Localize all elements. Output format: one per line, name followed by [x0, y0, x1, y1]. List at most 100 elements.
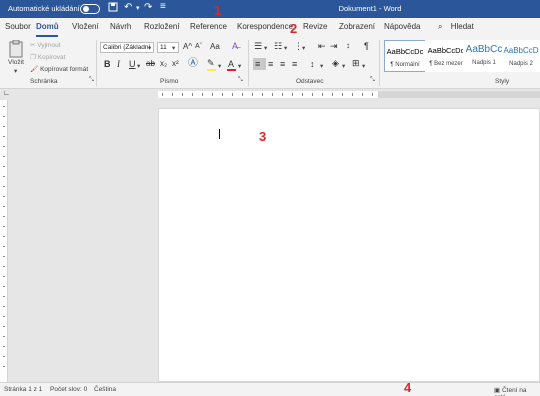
bold-icon[interactable]: B	[104, 60, 111, 69]
format-painter-button[interactable]: 🖌 Kopírovat formát	[30, 65, 88, 73]
ruler-tick	[3, 166, 5, 167]
page-count[interactable]: Stránka 1 z 1	[4, 386, 42, 393]
ruler-tick	[352, 93, 353, 96]
undo-icon[interactable]: ↶	[124, 2, 132, 13]
align-left-icon[interactable]: ≡	[255, 60, 260, 69]
ruler-tick	[162, 93, 163, 96]
increase-indent-icon[interactable]: ⇥	[330, 42, 338, 51]
justify-icon[interactable]: ≡	[292, 60, 297, 69]
style-no-spacing[interactable]: AaBbCcDc ¶ Bez mezer	[425, 40, 467, 72]
ruler-tick	[3, 116, 5, 117]
superscript-icon[interactable]: x²	[172, 60, 179, 68]
ruler-active-area[interactable]	[158, 91, 378, 98]
ruler-tick	[262, 93, 263, 96]
ruler-tick	[3, 246, 5, 247]
shading-dropdown-icon[interactable]: ▾	[342, 62, 345, 70]
line-spacing-icon[interactable]: ↕	[310, 60, 315, 69]
style-name: ¶ Bez mezer	[429, 61, 463, 67]
font-color-dropdown-icon[interactable]: ▾	[238, 62, 241, 70]
autosave-label: Automatické ukládání	[8, 4, 80, 13]
italic-icon[interactable]: I	[117, 60, 120, 69]
copy-button[interactable]: ❐ Kopírovat	[30, 53, 65, 61]
search-box[interactable]: ⌕ Hledat	[438, 22, 474, 32]
ruler-tick	[282, 93, 283, 96]
bullets-dropdown-icon[interactable]: ▾	[264, 44, 267, 52]
numbering-dropdown-icon[interactable]: ▾	[284, 44, 287, 52]
tab-navrh[interactable]: Návrh	[110, 22, 131, 31]
ruler-tick	[222, 93, 223, 96]
tab-vlozeni[interactable]: Vložení	[72, 22, 99, 31]
search-icon: ⌕	[438, 22, 443, 31]
document-page[interactable]: 3	[158, 108, 540, 382]
style-heading-1[interactable]: AaBbCc Nadpis 1	[463, 40, 505, 72]
redo-icon[interactable]: ↷	[144, 2, 152, 13]
ruler-tick	[3, 216, 5, 217]
ruler-tick	[3, 286, 5, 287]
customize-qat-icon[interactable]: ≡	[160, 1, 166, 12]
focus-mode-button[interactable]: ▣ Čtení na celé	[494, 386, 540, 396]
borders-dropdown-icon[interactable]: ▾	[362, 62, 365, 70]
strikethrough-icon[interactable]: ab	[146, 60, 155, 68]
underline-dropdown-icon[interactable]: ▾	[137, 62, 140, 70]
tab-korespondence[interactable]: Korespondence	[237, 22, 293, 31]
style-sample: AaBbCcDc	[386, 47, 424, 56]
font-size-dropdown-icon[interactable]: ▾	[172, 44, 175, 52]
status-bar: Stránka 1 z 1 Počet slov: 0 Čeština 4 ▣ …	[0, 380, 540, 396]
ruler-tick	[292, 93, 293, 96]
font-size-field[interactable]: 11	[157, 42, 179, 53]
ruler-tick	[3, 326, 5, 327]
subscript-icon[interactable]: x₂	[160, 60, 167, 68]
style-sample: AaBbCc	[465, 44, 503, 55]
ruler-tick	[182, 93, 183, 96]
shading-icon[interactable]: ◈	[332, 59, 339, 68]
shrink-font-icon[interactable]: Aˇ	[195, 43, 202, 50]
underline-icon[interactable]: U	[129, 60, 136, 69]
clear-formatting-icon[interactable]: A̶	[232, 42, 238, 51]
line-spacing-dropdown-icon[interactable]: ▾	[320, 62, 323, 70]
ruler-tick	[312, 93, 313, 96]
tab-rozlozeni[interactable]: Rozložení	[144, 22, 180, 31]
font-name-dropdown-icon[interactable]: ▾	[148, 44, 151, 52]
text-effects-icon[interactable]: Ⓐ	[188, 59, 198, 69]
word-count[interactable]: Počet slov: 0	[50, 386, 87, 393]
language[interactable]: Čeština	[94, 386, 116, 393]
ruler-tick	[3, 196, 5, 197]
font-size-value: 11	[160, 44, 167, 51]
clipboard-launcher-icon[interactable]: ⤡	[89, 77, 94, 84]
tab-domu[interactable]: Domů	[36, 22, 59, 31]
numbering-icon[interactable]: ☷	[274, 42, 282, 51]
change-case-icon[interactable]: Aa	[210, 43, 220, 51]
highlight-dropdown-icon[interactable]: ▾	[218, 62, 221, 70]
ruler-tick	[3, 256, 5, 257]
sort-icon[interactable]: ↕	[346, 42, 350, 50]
grow-font-icon[interactable]: A^	[183, 43, 192, 51]
paste-dropdown-icon[interactable]: ▾	[14, 67, 17, 75]
highlight-icon[interactable]: ✎	[207, 59, 215, 68]
paragraph-launcher-icon[interactable]: ⤡	[370, 77, 375, 84]
save-icon[interactable]	[108, 2, 118, 15]
bullets-icon[interactable]: ☰	[254, 42, 262, 51]
align-center-icon[interactable]: ≡	[268, 60, 273, 69]
tab-soubor[interactable]: Soubor	[5, 22, 31, 31]
font-name-field[interactable]: Calibri (Základní	[100, 42, 154, 53]
tab-selector-icon[interactable]: ∟	[3, 90, 10, 97]
align-right-icon[interactable]: ≡	[280, 60, 285, 69]
ruler-tick	[172, 93, 173, 96]
font-color-icon[interactable]: A	[228, 60, 234, 69]
show-formatting-icon[interactable]: ¶	[364, 42, 369, 51]
style-heading-2[interactable]: AaBbCcD Nadpis 2	[502, 40, 540, 72]
multilevel-dropdown-icon[interactable]: ▾	[302, 44, 305, 52]
tab-reference[interactable]: Reference	[190, 22, 227, 31]
paste-label[interactable]: Vložit	[8, 59, 24, 66]
style-normal[interactable]: AaBbCcDc ¶ Normální	[384, 40, 426, 72]
cut-button[interactable]: ✂ Vyjmout	[30, 41, 61, 49]
tab-zobrazeni[interactable]: Zobrazení	[339, 22, 375, 31]
tab-revize[interactable]: Revize	[303, 22, 327, 31]
decrease-indent-icon[interactable]: ⇤	[318, 42, 326, 51]
font-launcher-icon[interactable]: ⤡	[238, 77, 243, 84]
undo-dropdown-icon[interactable]: ▾	[136, 4, 140, 12]
tab-napoveda[interactable]: Nápověda	[384, 22, 420, 31]
ruler-tick	[3, 276, 5, 277]
borders-icon[interactable]: ⊞	[352, 59, 360, 68]
autosave-toggle[interactable]	[80, 4, 100, 14]
